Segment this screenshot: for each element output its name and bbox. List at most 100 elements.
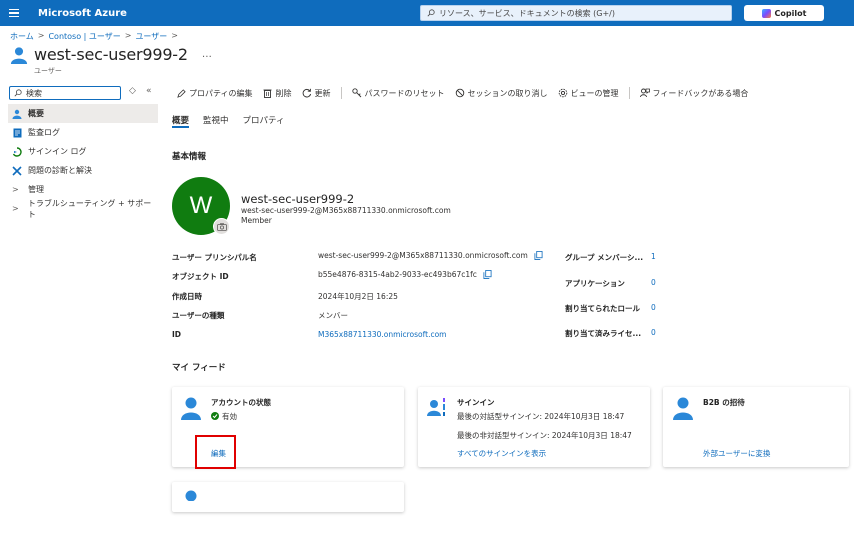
manage-view-button[interactable]: ビューの管理 xyxy=(558,88,619,99)
manage-view-label: ビューの管理 xyxy=(570,88,619,98)
top-bar: Microsoft Azure リソース、サービス、ドキュメントの検索 (G+/… xyxy=(0,0,854,26)
prop-value-created: 2024年10月2日 16:25 xyxy=(318,291,398,302)
sign-in-icon xyxy=(12,146,22,157)
nav-item-manage[interactable]: > 管理 xyxy=(8,180,158,199)
block-icon xyxy=(455,88,465,98)
prop-label-object-id: オブジェクト ID xyxy=(172,272,229,281)
last-noninteractive-sign-in: 最後の非対話型サインイン: 2024年10月3日 18:47 xyxy=(457,431,632,440)
breadcrumb: ホーム > Contoso | ユーザー > ユーザー > xyxy=(10,31,178,42)
nav-item-label: 管理 xyxy=(28,185,44,194)
chevron-right-icon: > xyxy=(12,185,19,194)
tab-monitoring[interactable]: 監視中 xyxy=(203,114,229,128)
user-icon xyxy=(12,109,22,119)
highlight-box xyxy=(195,435,236,469)
nav-item-label: 概要 xyxy=(28,109,44,118)
collapse-nav-icon[interactable]: « xyxy=(146,86,152,96)
global-search-placeholder: リソース、サービス、ドキュメントの検索 (G+/) xyxy=(439,8,615,18)
profile-role: Member xyxy=(241,216,272,225)
brand-name[interactable]: Microsoft Azure xyxy=(38,8,127,19)
toolbar-divider xyxy=(340,87,342,99)
edit-properties-label: プロパティの編集 xyxy=(189,88,253,98)
delete-button[interactable]: 削除 xyxy=(263,88,292,99)
prop-value-text: メンバー xyxy=(318,311,348,320)
tab-overview[interactable]: 概要 xyxy=(172,114,190,128)
b2b-invite-title: B2B の招待 xyxy=(703,398,745,407)
user-icon xyxy=(185,490,197,501)
page-subtitle: ユーザー xyxy=(34,67,62,75)
stat-label-licenses: 割り当て済みライセ... xyxy=(565,329,642,338)
stat-label-groups: グループ メンバーシ... xyxy=(565,253,644,262)
revoke-sessions-button[interactable]: セッションの取り消し xyxy=(455,88,548,99)
nav-search-value: 検索 xyxy=(26,88,42,98)
tab-properties[interactable]: プロパティ xyxy=(243,114,285,128)
sign-in-activity-icon xyxy=(427,398,445,416)
breadcrumb-home[interactable]: ホーム xyxy=(10,31,34,42)
prop-value-upn: west-sec-user999-2@M365x88711330.onmicro… xyxy=(318,251,543,260)
nav-search-input[interactable]: 検索 xyxy=(9,86,121,100)
nav-item-overview[interactable]: 概要 xyxy=(8,104,158,123)
prop-value-text: 2024年10月2日 16:25 xyxy=(318,292,398,301)
breadcrumb-users[interactable]: ユーザー xyxy=(135,31,167,42)
page-header: west-sec-user999-2 … xyxy=(10,45,212,64)
nav-item-label: サインイン ログ xyxy=(28,147,87,156)
user-icon xyxy=(181,397,201,420)
copilot-icon xyxy=(761,8,771,18)
global-search-input[interactable]: リソース、サービス、ドキュメントの検索 (G+/) xyxy=(420,5,732,21)
account-status-value: 有効 xyxy=(211,411,237,422)
gear-icon xyxy=(558,88,568,98)
pencil-icon xyxy=(176,88,186,98)
account-status-title: アカウントの状態 xyxy=(211,398,271,407)
view-all-sign-ins-link[interactable]: すべてのサインインを表示 xyxy=(457,448,546,459)
avatar-initial: W xyxy=(189,192,213,219)
edit-properties-button[interactable]: プロパティの編集 xyxy=(176,88,253,99)
camera-icon xyxy=(216,222,227,231)
breadcrumb-contoso-users[interactable]: Contoso | ユーザー xyxy=(48,31,120,42)
refresh-button[interactable]: 更新 xyxy=(302,88,331,99)
nav-options-icon[interactable]: ◇ xyxy=(129,86,136,96)
copy-icon[interactable] xyxy=(534,251,543,260)
reset-password-label: パスワードのリセット xyxy=(364,88,445,98)
nav-item-label: 問題の診断と解決 xyxy=(28,166,92,175)
menu-icon[interactable] xyxy=(0,0,28,26)
prop-value-text: M365x88711330.onmicrosoft.com xyxy=(318,330,447,339)
last-interactive-sign-in: 最後の対話型サインイン: 2024年10月3日 18:47 xyxy=(457,412,625,421)
next-feed-card xyxy=(172,482,404,512)
nav-item-sign-in-log[interactable]: サインイン ログ xyxy=(8,142,158,161)
breadcrumb-separator: > xyxy=(37,31,45,40)
prop-label-created: 作成日時 xyxy=(172,292,202,301)
feedback-icon xyxy=(639,88,650,98)
delete-label: 削除 xyxy=(275,88,292,98)
nav-item-label: トラブルシューティング + サポート xyxy=(27,198,152,219)
prop-value-object-id: b55e4876-8315-4ab2-9033-ec493b67c1fc xyxy=(318,270,492,279)
copy-icon[interactable] xyxy=(483,270,492,279)
feedback-button[interactable]: フィードバックがある場合 xyxy=(639,88,748,99)
nav-item-troubleshooting[interactable]: > トラブルシューティング + サポート xyxy=(8,198,158,219)
basic-info-heading: 基本情報 xyxy=(172,152,207,162)
audit-log-icon xyxy=(12,128,22,138)
my-feed-heading: マイ フィード xyxy=(172,363,226,373)
prop-value-id[interactable]: M365x88711330.onmicrosoft.com xyxy=(318,330,447,339)
sign-in-title: サインイン xyxy=(457,398,495,407)
stat-value-applications[interactable]: 0 xyxy=(651,278,656,287)
tab-bar: 概要 監視中 プロパティ xyxy=(172,114,285,128)
chevron-right-icon: > xyxy=(12,204,19,213)
nav-item-diagnose[interactable]: 問題の診断と解決 xyxy=(8,161,158,180)
user-icon xyxy=(10,46,28,64)
more-options-button[interactable]: … xyxy=(202,49,212,60)
stat-value-groups[interactable]: 1 xyxy=(651,252,656,261)
prop-label-upn: ユーザー プリンシパル名 xyxy=(172,253,257,262)
prop-label-user-type: ユーザーの種類 xyxy=(172,311,225,320)
change-photo-button[interactable] xyxy=(213,218,230,235)
copilot-button[interactable]: Copilot xyxy=(744,5,824,21)
prop-label-id: ID xyxy=(172,330,182,339)
search-icon xyxy=(427,9,435,17)
command-bar: プロパティの編集 削除 更新 パスワードのリセット セッションの取り消し ビュー… xyxy=(176,86,758,100)
nav-item-audit-log[interactable]: 監査ログ xyxy=(8,123,158,142)
stat-value-licenses[interactable]: 0 xyxy=(651,328,656,337)
convert-external-user-link[interactable]: 外部ユーザーに変換 xyxy=(703,448,770,459)
stat-label-applications: アプリケーション xyxy=(565,279,625,288)
reset-password-button[interactable]: パスワードのリセット xyxy=(351,88,445,99)
stat-value-roles[interactable]: 0 xyxy=(651,303,656,312)
prop-value-user-type: メンバー xyxy=(318,310,348,321)
copilot-label: Copilot xyxy=(774,8,807,18)
